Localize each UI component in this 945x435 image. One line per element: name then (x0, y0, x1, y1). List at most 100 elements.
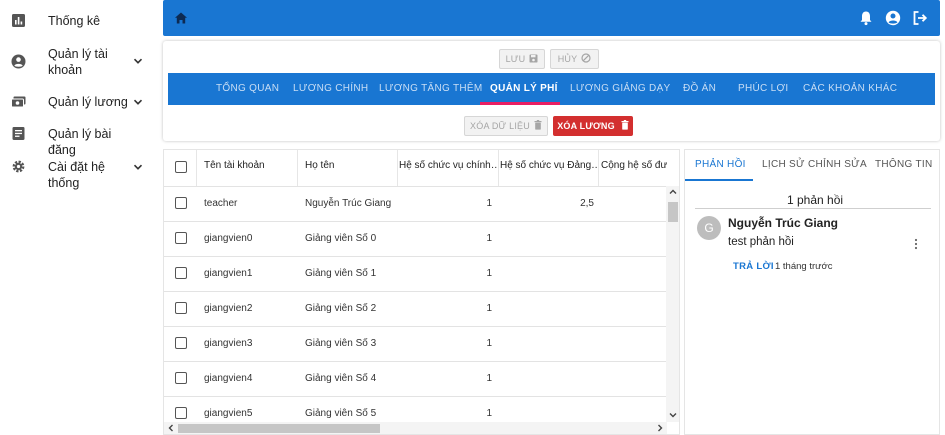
cell-account: giangvien4 (204, 373, 253, 384)
save-button-label: LƯU (505, 54, 526, 64)
sidebar-item-label: Thống kê (48, 14, 101, 28)
cell-position-coefficient: 1 (486, 268, 492, 279)
save-button[interactable]: LƯU (499, 49, 545, 69)
account-circle-icon (11, 54, 26, 69)
chevron-down-icon[interactable] (132, 55, 144, 67)
sidebar-item-label: Cài đặt hệ thống (48, 160, 105, 190)
tab-overview[interactable]: TỔNG QUAN (216, 73, 279, 105)
tab-additional-salary[interactable]: LƯƠNG TĂNG THÊM (379, 73, 482, 105)
salary-tabs: TỔNG QUAN LƯƠNG CHÍNH LƯƠNG TĂNG THÊM QU… (168, 73, 935, 105)
cell-fullname: Giảng viên Số 4 (305, 373, 377, 384)
vertical-scroll-thumb[interactable] (668, 202, 678, 222)
tab-main-salary[interactable]: LƯƠNG CHÍNH (293, 73, 368, 105)
trash-icon (534, 120, 542, 132)
column-divider (598, 150, 599, 186)
tab-feedback[interactable]: PHẢN HỒI (695, 159, 746, 170)
row-checkbox[interactable] (175, 337, 187, 349)
cell-fullname: Giảng viên Số 0 (305, 233, 377, 244)
tab-welfare[interactable]: PHÚC LỢI (738, 73, 788, 105)
cell-account: giangvien5 (204, 408, 253, 419)
column-header-party-coefficient[interactable]: Hệ số chức vụ Đảng… (500, 160, 598, 171)
logout-icon[interactable] (912, 10, 928, 26)
block-icon (581, 53, 591, 65)
cell-position-coefficient: 1 (486, 373, 492, 384)
comment-text: test phản hồi (728, 236, 794, 248)
row-checkbox[interactable] (175, 372, 187, 384)
chevron-down-icon[interactable] (132, 96, 144, 108)
sidebar-item-label: Quản lý tài khoản (48, 47, 108, 77)
cell-account: giangvien0 (204, 233, 253, 244)
horizontal-scrollbar[interactable] (164, 422, 667, 434)
scroll-up-icon[interactable] (669, 188, 677, 199)
cancel-button[interactable]: HỦY (550, 49, 599, 69)
avatar: G (697, 216, 721, 240)
row-divider (164, 291, 667, 292)
sidebar-item-account-management[interactable]: Quản lý tài khoản (0, 45, 158, 77)
sidebar: Thống kê Quản lý tài khoản Quản lý lương… (0, 0, 158, 435)
reply-button[interactable]: TRẢ LỜI (733, 261, 774, 272)
column-divider (196, 150, 197, 186)
cell-fullname: Nguyễn Trúc Giang (305, 198, 392, 209)
cell-position-coefficient: 1 (486, 408, 492, 419)
divider (695, 208, 931, 209)
sidebar-item-system-settings[interactable]: Cài đặt hệ thống (0, 158, 158, 190)
column-header-position-coefficient[interactable]: Hệ số chức vụ chính… (399, 160, 497, 171)
row-divider (164, 326, 667, 327)
gear-icon (11, 159, 26, 174)
scroll-down-icon[interactable] (669, 411, 677, 422)
salary-toolbar-panel: LƯU HỦY TỔNG QUAN LƯƠNG CHÍNH LƯƠNG TĂNG… (163, 41, 940, 141)
vertical-scrollbar[interactable] (666, 186, 679, 422)
row-checkbox[interactable] (175, 267, 187, 279)
cell-account: giangvien1 (204, 268, 253, 279)
sidebar-item-statistics[interactable]: Thống kê (0, 12, 158, 30)
sidebar-item-salary-management[interactable]: Quản lý lương (0, 93, 158, 111)
article-icon (11, 126, 26, 141)
comment-author: Nguyễn Trúc Giang (728, 216, 839, 230)
row-checkbox[interactable] (175, 232, 187, 244)
delete-data-button[interactable]: XÓA DỮ LIỆU (464, 116, 548, 136)
chevron-down-icon[interactable] (132, 161, 144, 173)
column-header-account[interactable]: Tên tài khoản (204, 160, 299, 171)
tab-edit-history[interactable]: LỊCH SỬ CHỈNH SỬA (762, 159, 867, 170)
cell-account: giangvien2 (204, 303, 253, 314)
bell-icon[interactable] (858, 10, 874, 26)
cell-fullname: Giảng viên Số 1 (305, 268, 377, 279)
sidebar-item-post-management[interactable]: Quản lý bài đăng (0, 125, 158, 157)
scroll-left-icon[interactable] (167, 424, 175, 434)
sidebar-item-label: Quản lý lương (48, 95, 128, 109)
tab-teaching-salary[interactable]: LƯƠNG GIẢNG DẠY (570, 73, 671, 105)
cell-party-coefficient: 2,5 (580, 198, 594, 209)
delete-salary-button[interactable]: XÓA LƯƠNG (553, 116, 633, 136)
row-checkbox[interactable] (175, 407, 187, 419)
active-tab-indicator (685, 179, 753, 181)
account-icon[interactable] (885, 10, 901, 26)
select-all-checkbox[interactable] (175, 161, 187, 173)
comment-time: 1 tháng trước (775, 261, 833, 272)
cell-account: teacher (204, 198, 238, 209)
row-divider (164, 256, 667, 257)
top-app-bar (163, 0, 940, 36)
column-divider (498, 150, 499, 186)
scroll-right-icon[interactable] (656, 424, 664, 434)
column-divider (297, 150, 298, 186)
bar-chart-icon (11, 13, 26, 28)
tab-information[interactable]: THÔNG TIN (875, 159, 933, 170)
more-vert-icon[interactable] (913, 237, 919, 250)
column-header-total-coefficient[interactable]: Cộng hệ số được h (601, 160, 667, 171)
home-icon[interactable] (173, 10, 189, 26)
column-header-fullname[interactable]: Họ tên (305, 160, 400, 171)
cell-account: giangvien3 (204, 338, 253, 349)
tab-projects[interactable]: ĐỒ ÁN (683, 73, 716, 105)
tab-other-items[interactable]: CÁC KHOẢN KHÁC (803, 73, 897, 105)
header-divider (164, 186, 667, 187)
row-checkbox[interactable] (175, 302, 187, 314)
row-divider (164, 221, 667, 222)
delete-salary-button-label: XÓA LƯƠNG (557, 121, 615, 131)
horizontal-scroll-thumb[interactable] (178, 424, 380, 433)
floppy-icon (529, 54, 538, 65)
row-checkbox[interactable] (175, 197, 187, 209)
cancel-button-label: HỦY (557, 54, 578, 64)
row-divider (164, 396, 667, 397)
salary-data-table: Tên tài khoản Họ tên Hệ số chức vụ chính… (163, 149, 680, 435)
tab-fee-management[interactable]: QUẢN LÝ PHÍ (490, 73, 558, 105)
